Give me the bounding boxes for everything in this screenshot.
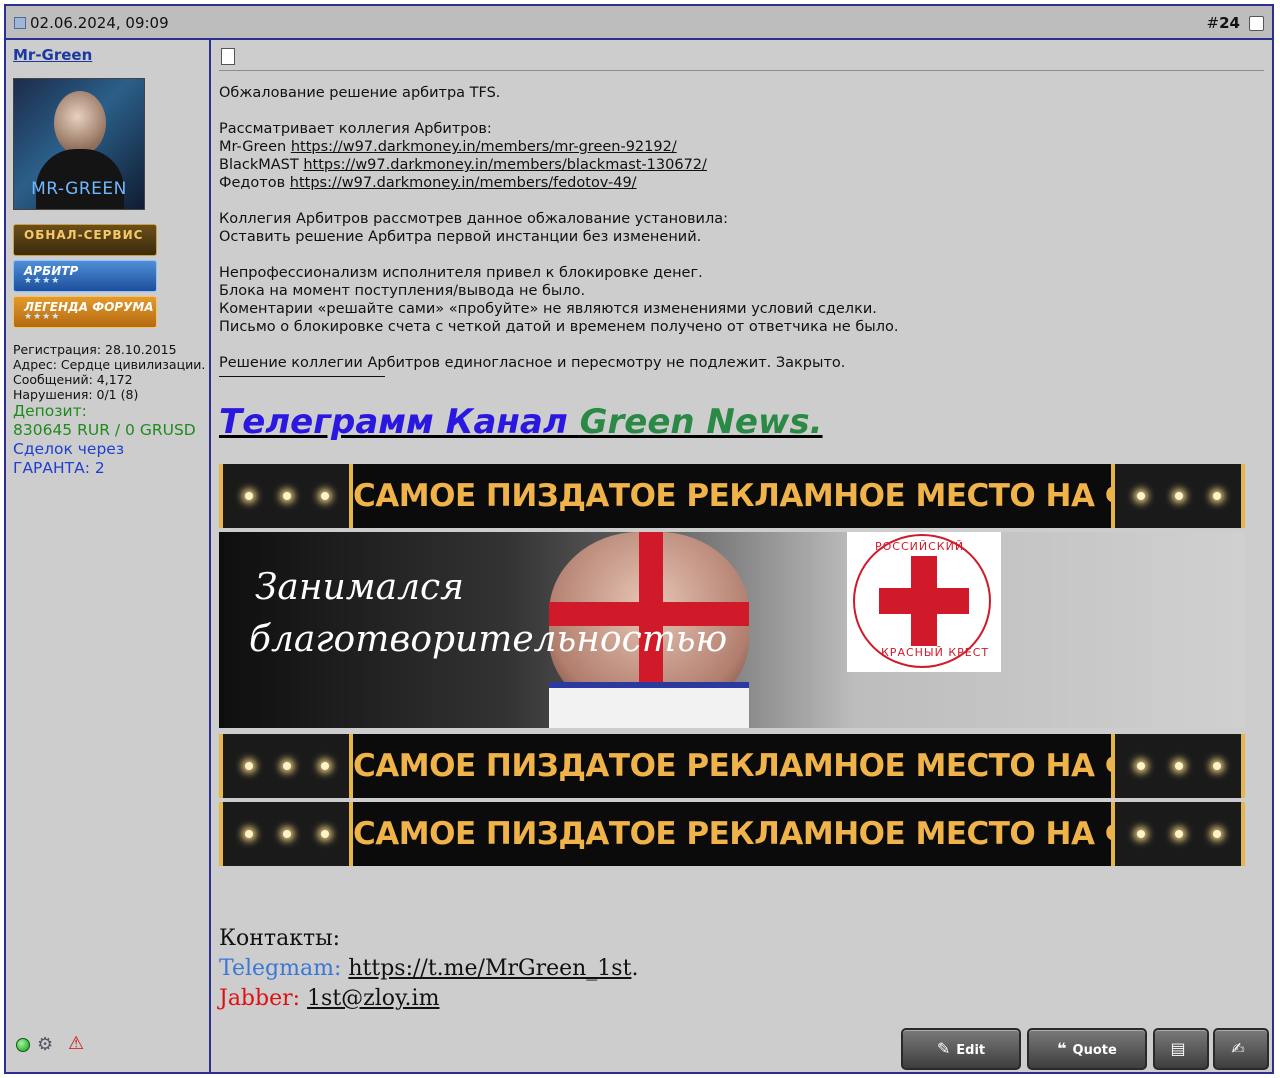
user-address: Адрес: Сердце цивилизации. [13, 357, 206, 372]
post-container: 02.06.2024, 09:09 #24 Mr-Green MR-GREEN … [4, 4, 1274, 1074]
red-cross-text-top: РОССИЙСКИЙ [875, 540, 965, 553]
post-date-text: 02.06.2024, 09:09 [30, 14, 169, 32]
post-text-line: Блока на момент поступления/вывода не бы… [219, 283, 586, 299]
telegram-channel-part2: Green News. [579, 402, 823, 442]
telegram-label: Telegmam: [219, 956, 349, 981]
user-stats: Регистрация: 28.10.2015 Адрес: Сердце ци… [13, 342, 205, 402]
post-select-checkbox[interactable] [1249, 16, 1264, 31]
post-text-line: Оставить решение Арбитра первой инстанци… [219, 229, 702, 245]
telegram-dot: . [631, 956, 639, 981]
contacts-block: Контакты: Telegmam: https://t.me/MrGreen… [219, 924, 638, 1014]
ad-banner[interactable]: САМОЕ ПИЗДАТОЕ РЕКЛАМНОЕ МЕСТО НА ФОРУМЕ [219, 802, 1245, 866]
edit-icon: ✎ [936, 1039, 951, 1058]
red-cross-bar-v [911, 556, 937, 646]
post-icon [221, 48, 235, 65]
report-warning-icon[interactable]: ⚠ [68, 1033, 84, 1054]
arbiter-link[interactable]: https://w97.darkmoney.in/members/blackma… [303, 157, 707, 173]
arbiter-member: Федотов https://w97.darkmoney.in/members… [219, 175, 637, 191]
banner-text: САМОЕ ПИЗДАТОЕ РЕКЛАМНОЕ МЕСТО НА ФОРУМЕ [353, 748, 1245, 784]
avatar-text: MR-GREEN [31, 179, 127, 199]
multi-quote-icon: ▤ [1170, 1039, 1186, 1058]
deals-value: ГАРАНТА: 2 [13, 459, 105, 477]
rank-badge-obnal: ОБНАЛ-СЕРВИС [13, 224, 157, 256]
deposit-value: 830645 RUR / 0 GRUSD [13, 421, 196, 439]
charity-banner[interactable]: Занимался благотворительностью РОССИЙСКИЙ… [219, 532, 1245, 728]
ad-banner[interactable]: САМОЕ ПИЗДАТОЕ РЕКЛАМНОЕ МЕСТО НА ФОРУМЕ [219, 734, 1245, 798]
online-status-icon [16, 1038, 30, 1052]
rank-stars: ★★★★ [24, 276, 61, 286]
banner-shirt [549, 682, 749, 728]
post-status-icon [14, 17, 26, 29]
quick-reply-button[interactable]: ✍ [1213, 1028, 1269, 1070]
post-text-line: Обжалование решение арбитра TFS. [219, 85, 501, 101]
post-number-value: 24 [1219, 14, 1240, 32]
multi-quote-button[interactable]: ▤ [1153, 1028, 1209, 1070]
rank-label: ОБНАЛ-СЕРВИС [24, 228, 144, 242]
edit-label: Edit [956, 1043, 986, 1058]
contacts-label: Контакты: [219, 926, 341, 951]
post-text-line: Коментарии «решайте сами» «пробуйте» не … [219, 301, 877, 317]
reputation-icon[interactable]: ⚙ [37, 1034, 53, 1055]
avatar[interactable]: MR-GREEN [13, 78, 145, 210]
banner-text: САМОЕ ПИЗДАТОЕ РЕКЛАМНОЕ МЕСТО НА ФОРУМЕ [353, 478, 1245, 514]
deposit-label: Депозит: [13, 402, 87, 420]
red-cross-text-bottom: КРАСНЫЙ КРЕСТ [881, 646, 990, 659]
arbiter-link[interactable]: https://w97.darkmoney.in/members/fedotov… [290, 175, 637, 191]
post-body: Обжалование решение арбитра TFS. Рассмат… [219, 84, 1259, 372]
telegram-channel-part1: Телеграмм Канал [219, 402, 580, 442]
registration-date: Регистрация: 28.10.2015 [13, 342, 177, 357]
message-count: Сообщений: 4,172 [13, 372, 133, 387]
banner-lights-left [219, 464, 353, 528]
banner-text: САМОЕ ПИЗДАТОЕ РЕКЛАМНОЕ МЕСТО НА ФОРУМЕ [353, 816, 1245, 852]
rank-badge-arbitr: АРБИТР ★★★★ [13, 260, 157, 292]
username-link[interactable]: Mr-Green [13, 46, 92, 64]
banner-lights-left [219, 734, 353, 798]
post-text-line: Письмо о блокировке счета с четкой датой… [219, 319, 899, 335]
banner-lights-right [1111, 464, 1245, 528]
post-text-line: Коллегия Арбитров рассмотрев данное обжа… [219, 211, 729, 227]
post-date: 02.06.2024, 09:09 [14, 14, 169, 32]
deposit-info: Депозит: 830645 RUR / 0 GRUSD Сделок чер… [13, 402, 196, 478]
jabber-contact: Jabber: 1st@zloy.im [219, 984, 638, 1014]
post-text-line: Непрофессионализм исполнителя привел к б… [219, 265, 703, 281]
arbiter-member: Mr-Green https://w97.darkmoney.in/member… [219, 139, 677, 155]
post-header: 02.06.2024, 09:09 #24 [6, 6, 1272, 40]
banner-lights-right [1111, 734, 1245, 798]
rank-badge-legend: ЛЕГЕНДА ФОРУМА ★★★★ [13, 296, 157, 328]
banner-caption-line1: Занимался [255, 567, 465, 608]
quote-label: Quote [1072, 1043, 1117, 1058]
arbiter-member: BlackMAST https://w97.darkmoney.in/membe… [219, 157, 707, 173]
signature-divider [219, 376, 385, 377]
post-content-area: Обжалование решение арбитра TFS. Рассмат… [211, 40, 1272, 1072]
edit-button[interactable]: ✎ Edit [901, 1028, 1021, 1070]
post-text-line: Решение коллегии Арбитров единогласное и… [219, 355, 846, 371]
post-text-line: Рассматривает коллегия Арбитров: [219, 121, 492, 137]
arbiter-link[interactable]: https://w97.darkmoney.in/members/mr-gree… [291, 139, 677, 155]
avatar-head [54, 91, 106, 155]
post-number[interactable]: #24 [1207, 14, 1240, 32]
quote-icon: ❝ [1057, 1039, 1067, 1058]
ad-banner[interactable]: САМОЕ ПИЗДАТОЕ РЕКЛАМНОЕ МЕСТО НА ФОРУМЕ [219, 464, 1245, 528]
post-divider [219, 70, 1264, 71]
telegram-channel-link[interactable]: Телеграмм Канал Green News. [219, 402, 823, 442]
violations: Нарушения: 0/1 (8) [13, 387, 139, 402]
banner-lights-left [219, 802, 353, 866]
quick-reply-icon: ✍ [1231, 1039, 1245, 1058]
red-cross-logo: РОССИЙСКИЙ КРАСНЫЙ КРЕСТ [847, 532, 1001, 672]
telegram-link[interactable]: https://t.me/MrGreen_1st [348, 956, 631, 981]
jabber-link[interactable]: 1st@zloy.im [307, 986, 439, 1011]
banner-caption: Занимался благотворительностью [249, 562, 727, 666]
telegram-contact: Telegmam: https://t.me/MrGreen_1st. [219, 954, 638, 984]
jabber-label: Jabber: [219, 986, 308, 1011]
user-sidebar: Mr-Green MR-GREEN ОБНАЛ-СЕРВИС АРБИТР ★★★… [6, 40, 211, 1072]
quote-button[interactable]: ❝ Quote [1027, 1028, 1147, 1070]
post-hash: # [1206, 14, 1220, 32]
banner-caption-line2: благотворительностью [249, 619, 728, 660]
deals-label: Сделок через [13, 440, 125, 458]
banner-lights-right [1111, 802, 1245, 866]
